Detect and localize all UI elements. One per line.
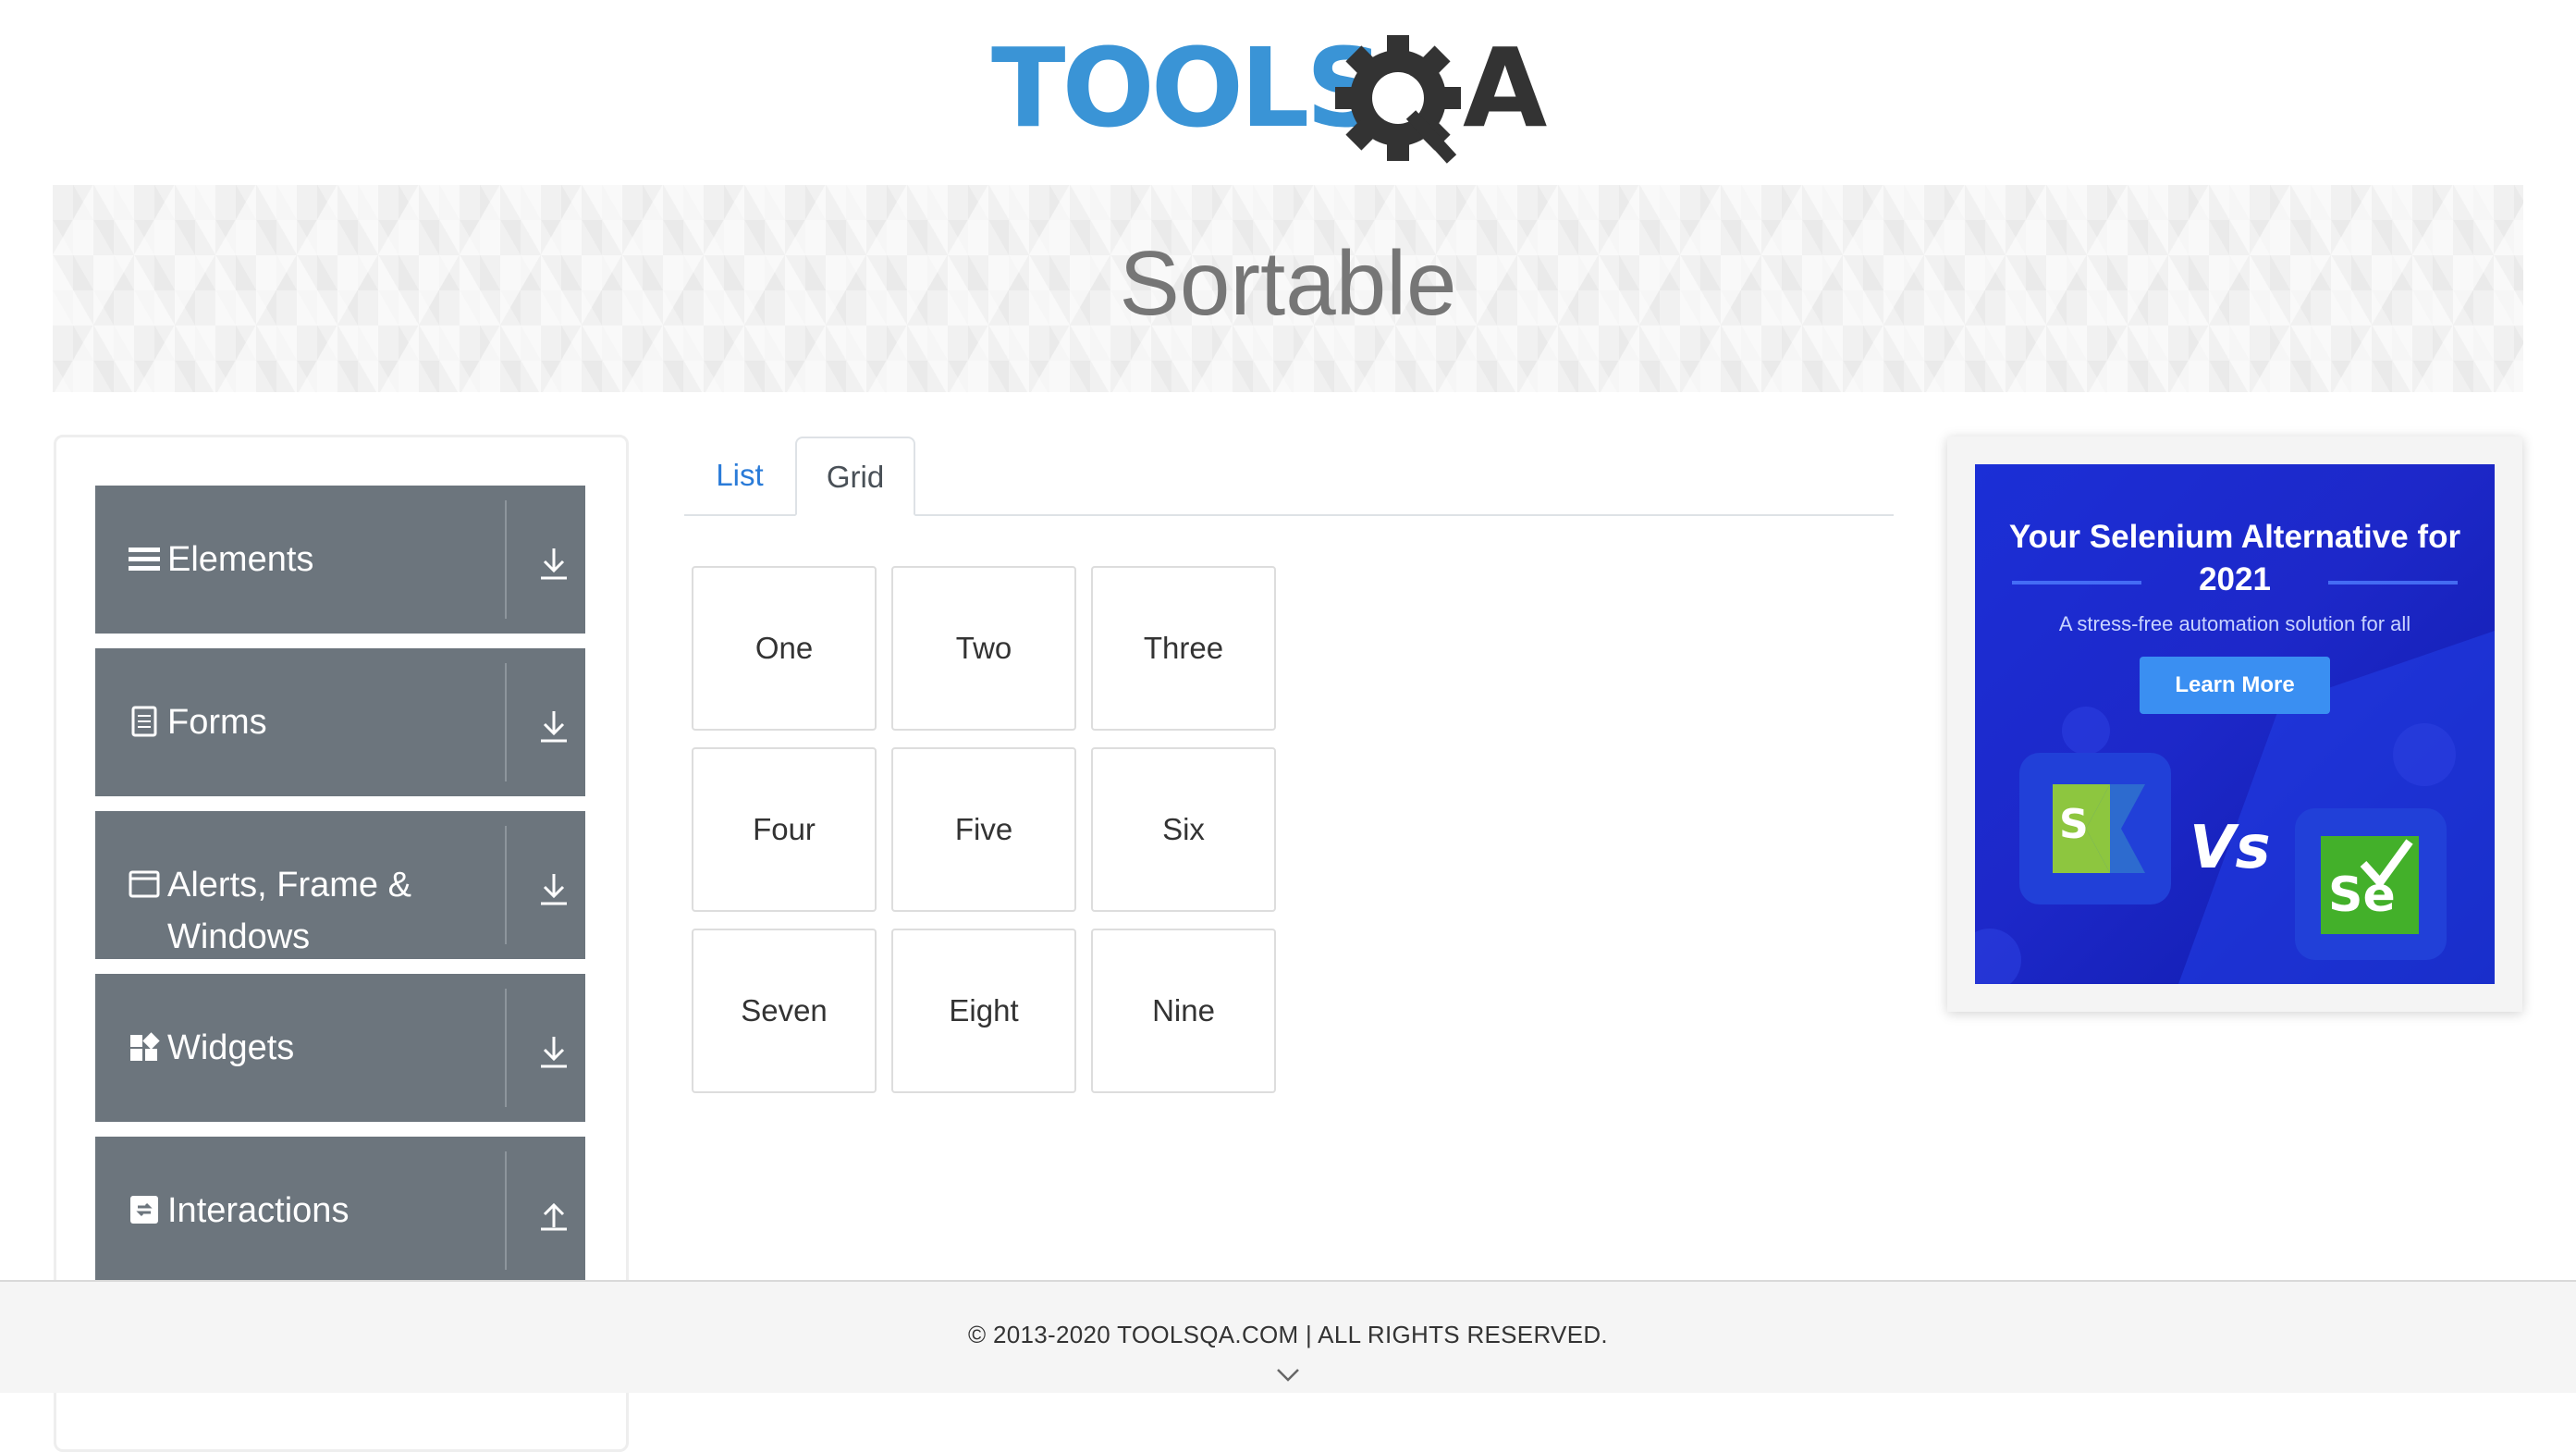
grid-item[interactable]: Seven: [692, 929, 877, 1093]
svg-text:TOOLS: TOOLS: [991, 26, 1380, 152]
group-forms-label: Forms: [167, 703, 267, 742]
arrow-down-icon[interactable]: [537, 708, 570, 744]
arrow-down-icon[interactable]: [537, 545, 570, 582]
ad-left-badge: S: [2059, 801, 2089, 848]
tab-grid[interactable]: Grid: [795, 437, 915, 516]
window-icon: [129, 870, 160, 898]
ad-right-badge: Se: [2328, 868, 2396, 923]
group-alerts-frame-windows[interactable]: Alerts, Frame & Windows: [95, 811, 585, 959]
copyright-text: © 2013-2020 TOOLSQA.COM | ALL RIGHTS RES…: [968, 1321, 1608, 1348]
advertisement[interactable]: Your Selenium Alternative for 2021 A str…: [1975, 464, 2495, 984]
group-elements[interactable]: Elements: [95, 486, 585, 634]
group-interactions[interactable]: Interactions: [95, 1137, 585, 1285]
ad-title: Your Selenium Alternative for 2021: [2008, 519, 2461, 597]
svg-text:A: A: [1463, 26, 1547, 152]
arrow-down-icon[interactable]: [537, 1033, 570, 1070]
arrow-down-icon[interactable]: [537, 870, 570, 907]
arrow-up-icon[interactable]: [537, 1196, 570, 1233]
grid-item[interactable]: Six: [1091, 747, 1276, 912]
interactions-icon: [130, 1196, 158, 1224]
tab-bar: List Grid: [684, 437, 1894, 516]
ad-frame: Your Selenium Alternative for 2021 A str…: [1947, 437, 2522, 1012]
page-banner: Sortable: [53, 185, 2523, 392]
hamburger-icon: [129, 548, 160, 571]
divider: [505, 1151, 507, 1270]
group-forms[interactable]: Forms: [95, 648, 585, 796]
header: TOOLS A: [0, 0, 2576, 185]
divider: [505, 500, 507, 619]
grid-item[interactable]: Nine: [1091, 929, 1276, 1093]
document-icon: [131, 706, 157, 737]
chevron-down-icon[interactable]: [1276, 1367, 1300, 1384]
learn-more-button[interactable]: Learn More: [2140, 657, 2330, 714]
group-interactions-label: Interactions: [167, 1191, 350, 1230]
group-widgets[interactable]: Widgets: [95, 974, 585, 1122]
footer: © 2013-2020 TOOLSQA.COM | ALL RIGHTS RES…: [0, 1280, 2576, 1393]
grid-item[interactable]: Four: [692, 747, 877, 912]
toolsqa-logo[interactable]: TOOLS A: [991, 26, 1592, 174]
group-widgets-label: Widgets: [167, 1028, 295, 1067]
grid-item[interactable]: Five: [891, 747, 1076, 912]
divider: [505, 663, 507, 781]
page-title: Sortable: [1119, 232, 1457, 334]
grid-item[interactable]: Eight: [891, 929, 1076, 1093]
grid-item[interactable]: Three: [1091, 566, 1276, 731]
tab-list[interactable]: List: [684, 437, 795, 514]
grid-item[interactable]: Two: [891, 566, 1076, 731]
ad-subtitle: A stress-free automation solution for al…: [2058, 612, 2411, 635]
divider: [505, 989, 507, 1107]
grid-item[interactable]: One: [692, 566, 877, 731]
ad-vs-text: Vs: [2190, 814, 2271, 882]
group-alerts-label: Alerts, Frame & Windows: [167, 866, 411, 956]
divider: [505, 826, 507, 944]
widgets-icon: [130, 1032, 160, 1061]
group-elements-label: Elements: [167, 540, 314, 579]
